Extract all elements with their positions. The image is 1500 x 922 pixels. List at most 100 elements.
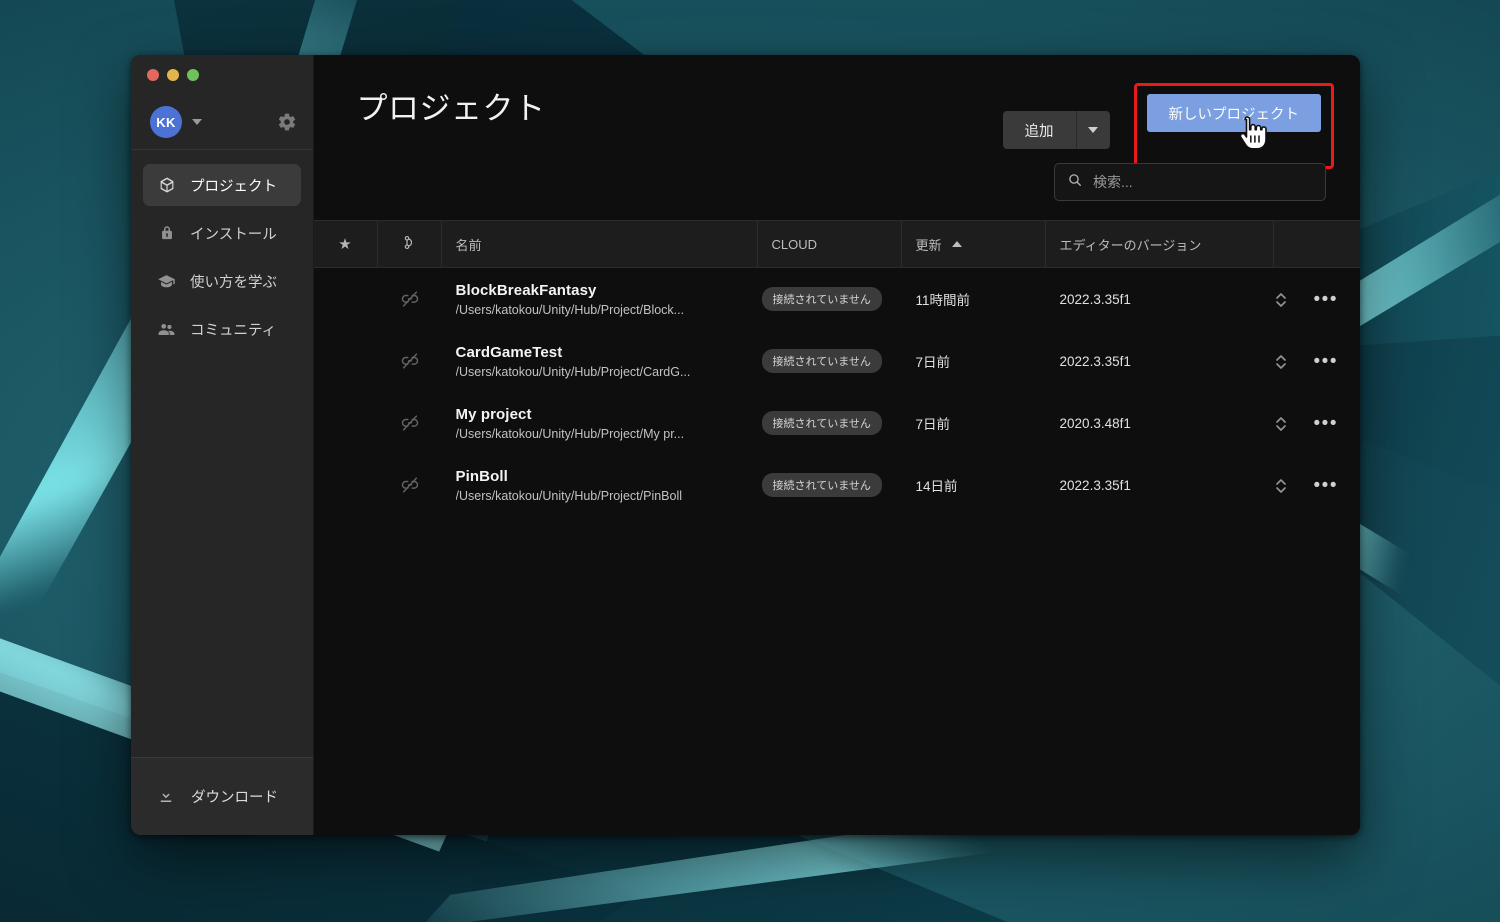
minimize-window-button[interactable]: [167, 69, 179, 81]
row-name-cell[interactable]: My project /Users/katokou/Unity/Hub/Proj…: [442, 406, 758, 441]
editor-version-value: 2022.3.35f1: [1059, 291, 1131, 307]
cloud-link-icon: [401, 234, 418, 254]
close-window-button[interactable]: [147, 69, 159, 81]
sidebar-item-label: コミュニティ: [190, 322, 277, 339]
project-name: BlockBreakFantasy: [455, 281, 597, 299]
unity-hub-window: KK プロジェクト インストール 使い方を学ぶ コミュニティ ダウンロード プロ…: [131, 55, 1360, 835]
sidebar-item-label: 使い方を学ぶ: [190, 274, 277, 291]
column-header-name[interactable]: 名前: [442, 221, 758, 267]
column-header-cloud[interactable]: CLOUD: [758, 221, 902, 267]
search-box[interactable]: [1054, 163, 1326, 201]
star-icon: ★: [338, 236, 352, 253]
search-input[interactable]: [1093, 174, 1313, 190]
sidebar-item-downloads[interactable]: ダウンロード: [131, 757, 313, 835]
new-project-highlight: 新しいプロジェクト: [1133, 83, 1334, 169]
sidebar-item-installs[interactable]: インストール: [143, 212, 301, 254]
new-project-button[interactable]: 新しいプロジェクト: [1146, 94, 1321, 132]
graduation-cap-icon: [157, 272, 176, 291]
column-header-updated-label: 更新: [915, 237, 942, 253]
table-row[interactable]: PinBoll /Users/katokou/Unity/Hub/Project…: [314, 454, 1360, 516]
updown-arrows-icon[interactable]: [1274, 290, 1288, 308]
broken-link-icon: [399, 350, 421, 372]
updated-value: 7日前: [915, 355, 951, 370]
page-header: プロジェクト 追加 新しいプロジェクト: [314, 55, 1360, 220]
column-header-updated[interactable]: 更新: [902, 221, 1046, 267]
row-link-cell[interactable]: [378, 474, 442, 496]
column-header-favorite[interactable]: ★: [314, 221, 378, 267]
table-body: BlockBreakFantasy /Users/katokou/Unity/H…: [314, 268, 1360, 516]
row-cloud-cell: 接続されていません: [758, 287, 902, 311]
sidebar-item-label: インストール: [190, 226, 277, 243]
sidebar-item-learn[interactable]: 使い方を学ぶ: [143, 260, 301, 302]
row-version-cell: 2020.3.48f1: [1046, 416, 1274, 431]
avatar[interactable]: KK: [150, 106, 182, 138]
table-row[interactable]: My project /Users/katokou/Unity/Hub/Proj…: [314, 392, 1360, 454]
row-name-cell[interactable]: CardGameTest /Users/katokou/Unity/Hub/Pr…: [442, 344, 758, 379]
editor-version-value: 2022.3.35f1: [1059, 353, 1131, 369]
column-header-cloud-link[interactable]: [378, 221, 442, 267]
sort-ascending-icon: [951, 241, 962, 247]
editor-version-value: 2020.3.48f1: [1059, 415, 1131, 431]
lock-icon: [157, 224, 176, 243]
row-name-cell[interactable]: BlockBreakFantasy /Users/katokou/Unity/H…: [442, 282, 758, 317]
project-path: /Users/katokou/Unity/Hub/Project/PinBoll: [455, 488, 683, 503]
projects-table: ★ 名前 CLOUD 更新 エディターのバージョン BlockBreakFant…: [313, 220, 1360, 835]
sidebar-item-community[interactable]: コミュニティ: [143, 308, 301, 350]
desktop-wallpaper: KK プロジェクト インストール 使い方を学ぶ コミュニティ ダウンロード プロ…: [0, 0, 1500, 922]
row-cloud-cell: 接続されていません: [758, 349, 902, 373]
ellipsis-icon[interactable]: •••: [1314, 290, 1338, 309]
sidebar-downloads-label: ダウンロード: [191, 790, 278, 806]
row-version-cell: 2022.3.35f1: [1046, 354, 1274, 369]
row-updated-cell: 7日前: [902, 413, 1046, 433]
row-link-cell[interactable]: [378, 412, 442, 434]
ellipsis-icon[interactable]: •••: [1314, 352, 1338, 371]
row-link-cell[interactable]: [378, 350, 442, 372]
project-path: /Users/katokou/Unity/Hub/Project/CardG..…: [455, 364, 691, 379]
row-link-cell[interactable]: [378, 288, 442, 310]
download-icon: [157, 787, 176, 806]
row-updated-cell: 7日前: [902, 351, 1046, 371]
search-icon: [1067, 172, 1083, 193]
row-actions-cell: •••: [1274, 476, 1360, 495]
column-header-editor-version[interactable]: エディターのバージョン: [1046, 221, 1274, 267]
ellipsis-icon[interactable]: •••: [1314, 476, 1338, 495]
column-header-actions: [1274, 221, 1360, 267]
project-path: /Users/katokou/Unity/Hub/Project/Block..…: [455, 302, 685, 317]
editor-version-value: 2022.3.35f1: [1059, 477, 1131, 493]
people-icon: [157, 320, 176, 339]
maximize-window-button[interactable]: [187, 69, 199, 81]
table-row[interactable]: CardGameTest /Users/katokou/Unity/Hub/Pr…: [314, 330, 1360, 392]
add-button[interactable]: 追加: [1002, 111, 1076, 149]
window-traffic-lights: [131, 55, 313, 95]
row-updated-cell: 11時間前: [902, 289, 1046, 309]
project-name: CardGameTest: [455, 343, 563, 361]
sidebar-item-projects[interactable]: プロジェクト: [143, 164, 301, 206]
project-name: My project: [455, 405, 532, 423]
project-path: /Users/katokou/Unity/Hub/Project/My pr..…: [455, 426, 685, 441]
ellipsis-icon[interactable]: •••: [1314, 414, 1338, 433]
status-badge: 接続されていません: [761, 473, 882, 497]
updated-value: 7日前: [915, 417, 951, 432]
sidebar-item-label: プロジェクト: [190, 178, 277, 195]
row-cloud-cell: 接続されていません: [758, 473, 902, 497]
status-badge: 接続されていません: [761, 287, 882, 311]
broken-link-icon: [399, 288, 421, 310]
project-name: PinBoll: [455, 467, 508, 485]
add-dropdown-button[interactable]: [1075, 111, 1110, 149]
updown-arrows-icon[interactable]: [1274, 414, 1288, 432]
account-row: KK: [131, 95, 313, 150]
sidebar: KK プロジェクト インストール 使い方を学ぶ コミュニティ ダウンロード: [131, 55, 314, 835]
row-actions-cell: •••: [1274, 290, 1360, 309]
gear-icon[interactable]: [277, 112, 297, 132]
row-actions-cell: •••: [1274, 352, 1360, 371]
row-name-cell[interactable]: PinBoll /Users/katokou/Unity/Hub/Project…: [442, 468, 758, 503]
updown-arrows-icon[interactable]: [1274, 352, 1288, 370]
chevron-down-icon[interactable]: [192, 119, 202, 125]
status-badge: 接続されていません: [761, 349, 882, 373]
add-button-group: 追加: [1002, 111, 1110, 149]
chevron-down-icon: [1088, 127, 1098, 133]
row-cloud-cell: 接続されていません: [758, 411, 902, 435]
sidebar-nav: プロジェクト インストール 使い方を学ぶ コミュニティ: [131, 150, 313, 757]
table-row[interactable]: BlockBreakFantasy /Users/katokou/Unity/H…: [314, 268, 1360, 330]
updown-arrows-icon[interactable]: [1274, 476, 1288, 494]
